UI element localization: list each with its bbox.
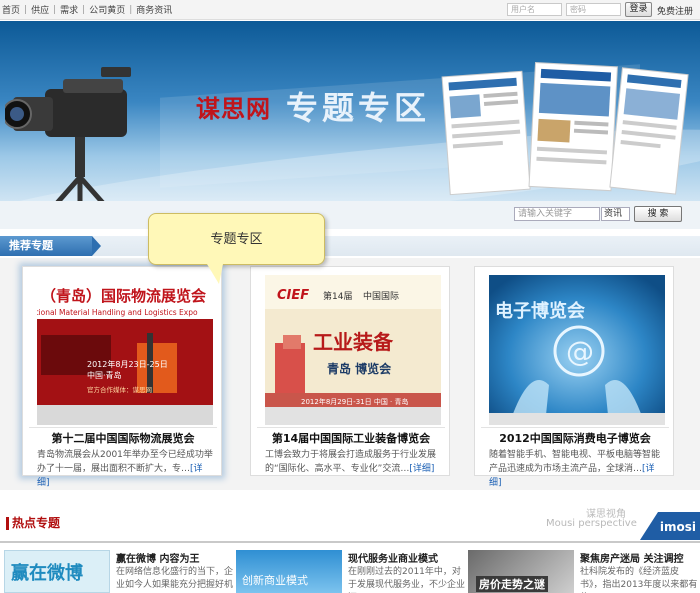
- industrial-expo-poster[interactable]: CIEF 第14届 中国国际 工业装备 青岛 博览会 2012年8月29日-31…: [265, 275, 441, 425]
- hot-item-desc: 在刚刚过去的2011年中，对于发展现代服务业，不少企业还: [348, 567, 466, 590]
- nav-business-news[interactable]: 商务资讯: [136, 3, 172, 16]
- register-link[interactable]: 免费注册: [657, 4, 693, 17]
- card-divider: [257, 427, 445, 428]
- hot-item-title[interactable]: 赢在微博 内容为王: [116, 550, 199, 565]
- card-description: 青岛物流展会从2001年举办至今已经成功举办了十一届，展出面积不断扩大，专…[详…: [37, 448, 215, 490]
- poster-headline: （青岛）国际物流展览会: [41, 287, 206, 305]
- video-camera-icon: [5, 67, 131, 201]
- card-divider: [481, 427, 669, 428]
- poster-english: ational Material Handling and Logistics …: [37, 308, 198, 317]
- banner-brand: 谋思网: [196, 95, 271, 123]
- brand-en: Mousi perspective: [546, 518, 637, 529]
- poster-date: 2012年8月23日-25日: [87, 359, 168, 369]
- poster-intl: 中国国际: [363, 290, 399, 302]
- banner: 谋思网 专题专区: [0, 21, 700, 201]
- hot-item-image-text: 赢在微博: [11, 563, 83, 584]
- card-more-link[interactable]: [详细]: [409, 464, 434, 474]
- top-nav: 首页 | 供应 | 需求 | 公司黄页 | 商务资讯: [2, 3, 173, 17]
- card-title[interactable]: 第十二届中国国际物流展览会: [33, 430, 213, 446]
- top-bar: 首页 | 供应 | 需求 | 公司黄页 | 商务资讯 用户名 密码 登录 免费注册: [0, 0, 700, 20]
- electronics-expo-poster[interactable]: 电子博览会 @: [489, 275, 665, 425]
- card-description: 工博会致力于将展会打造成服务于行业发展的“国际化、高水平、专业化”交流…[详细]: [265, 448, 443, 476]
- hot-item-desc: 社科院发布的《经济蓝皮书》，指出2013年度以来都有些: [580, 567, 698, 590]
- poster-headline: 工业装备: [313, 330, 394, 354]
- card-description: 随着智能手机、智能电视、平板电脑等智能产品迅速成为市场主流产品，全球消…[详细]: [489, 448, 667, 490]
- topic-card-electronics[interactable]: 电子博览会 @ 2012中国国际消费电子博览会 随着智能手机、智能电视、平板电脑…: [474, 266, 674, 488]
- mousi-perspective-brand: 谋思视角 Mousi perspective imosi: [540, 502, 700, 540]
- banner-subtitle: 专题专区: [286, 89, 431, 127]
- imosi-logo: imosi: [640, 512, 700, 540]
- hot-item[interactable]: 房价走势之谜 聚焦房产迷局 关注调控 社科院发布的《经济蓝皮书》，指出2013年…: [468, 548, 698, 593]
- topic-card-logistics[interactable]: （青岛）国际物流展览会 ational Material Handling an…: [22, 266, 222, 488]
- poster-sub: 青岛 博览会: [327, 361, 392, 376]
- card-title[interactable]: 第14届中国国际工业装备博览会: [261, 430, 441, 446]
- poster-date: 2012年8月29日-31日 中国 · 青岛: [301, 397, 409, 406]
- poster-partner: 官方合作媒体：谋思网: [87, 385, 152, 394]
- search-input[interactable]: 请输入关键字: [514, 207, 600, 221]
- login-button[interactable]: 登录: [625, 2, 652, 17]
- topic-card-industrial[interactable]: CIEF 第14届 中国国际 工业装备 青岛 博览会 2012年8月29日-31…: [250, 266, 450, 476]
- hot-item-image-text: 房价走势之谜: [476, 576, 548, 592]
- card-divider: [29, 427, 217, 428]
- hot-item-desc: 在网络信息化盛行的当下，企业如今人如果能充分把握好机: [116, 567, 234, 590]
- at-symbol-icon: @: [566, 335, 594, 368]
- card-title[interactable]: 2012中国国际消费电子博览会: [485, 430, 665, 446]
- logistics-expo-poster[interactable]: （青岛）国际物流展览会 ational Material Handling an…: [37, 275, 213, 425]
- hot-item-title[interactable]: 聚焦房产迷局 关注调控: [580, 550, 683, 565]
- hot-item[interactable]: 赢在微博 赢在微博 内容为王 在网络信息化盛行的当下，企业如今人如果能充分把握好…: [4, 548, 233, 593]
- poster-logo: CIEF: [277, 288, 309, 303]
- poster-headline: 电子博览会: [495, 300, 585, 322]
- username-field[interactable]: 用户名: [507, 3, 562, 16]
- hot-item-image[interactable]: 赢在微博: [4, 550, 110, 593]
- tooltip-tail: [207, 264, 223, 284]
- poster-edition: 第14届: [323, 290, 352, 302]
- card-desc-text: 随着智能手机、智能电视、平板电脑等智能产品迅速成为市场主流产品，全球消…: [489, 450, 661, 474]
- hot-item-image-text: 创新商业模式: [242, 574, 308, 587]
- search-button[interactable]: 搜 索: [634, 206, 682, 222]
- web-pages-illustration: [441, 62, 689, 196]
- nav-yellow-pages[interactable]: 公司黄页: [89, 3, 125, 16]
- nav-supply[interactable]: 供应: [31, 3, 49, 16]
- recommended-tab[interactable]: 推荐专题: [0, 236, 101, 256]
- tooltip-text: 专题专区: [210, 232, 263, 247]
- nav-demand[interactable]: 需求: [60, 3, 78, 16]
- hot-item[interactable]: 创新商业模式 现代服务业商业模式 在刚刚过去的2011年中，对于发展现代服务业，…: [236, 548, 465, 593]
- recommended-section-header: 推荐专题: [0, 236, 700, 256]
- hot-section-title[interactable]: 热点专题: [6, 517, 60, 530]
- poster-city: 中国·青岛: [87, 370, 122, 380]
- section-tooltip: 专题专区: [148, 213, 325, 284]
- password-field[interactable]: 密码: [566, 3, 621, 16]
- hot-item-image[interactable]: 房价走势之谜: [468, 550, 574, 593]
- nav-home[interactable]: 首页: [2, 3, 20, 16]
- search-category-select[interactable]: 资讯: [601, 207, 630, 221]
- search-bar: 请输入关键字 资讯 搜 索: [0, 201, 700, 229]
- card-desc-text: 青岛物流展会从2001年举办至今已经成功举办了十一届，展出面积不断扩大，专…: [37, 450, 213, 474]
- hot-item-title[interactable]: 现代服务业商业模式: [348, 550, 438, 565]
- hot-item-image[interactable]: 创新商业模式: [236, 550, 342, 593]
